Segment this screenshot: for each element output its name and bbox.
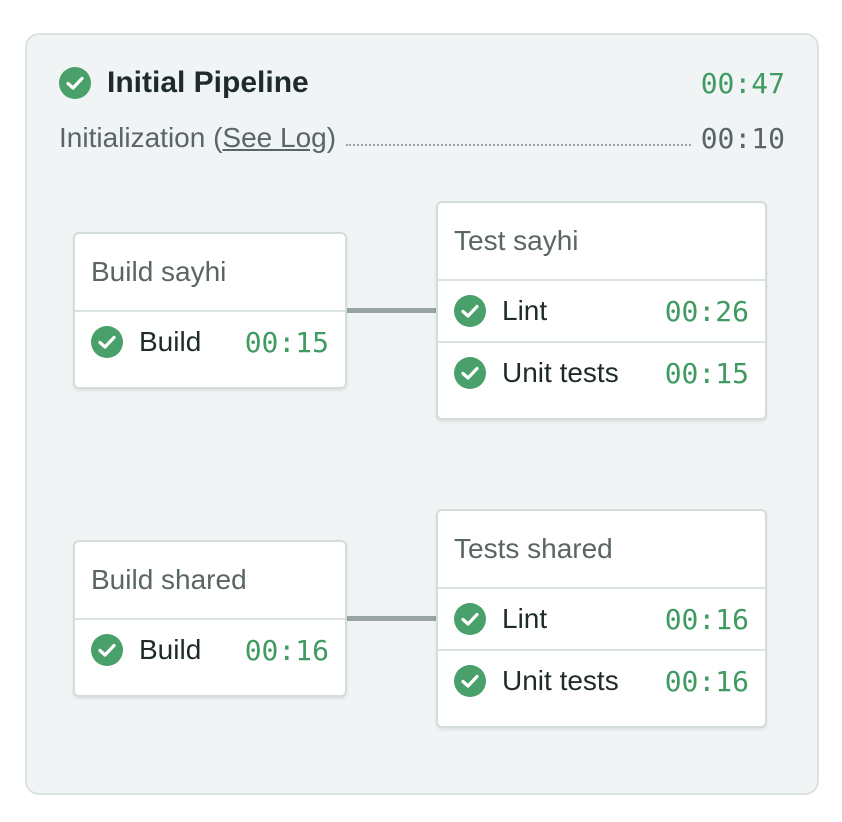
pipeline-total-time: 00:47 xyxy=(700,66,785,100)
job-time: 00:26 xyxy=(664,294,749,328)
check-circle-icon xyxy=(454,357,486,389)
check-circle-icon xyxy=(454,665,486,697)
job-name: Unit tests xyxy=(502,357,619,388)
job-time: 00:16 xyxy=(244,633,329,667)
block-card: Tests shared Lint 00:16 Unit tests 00:16 xyxy=(436,509,767,728)
block-title: Build sayhi xyxy=(75,234,345,312)
job-row[interactable]: Lint 00:16 xyxy=(438,589,765,651)
dotted-leader xyxy=(346,144,691,146)
job-time: 00:15 xyxy=(664,356,749,390)
block-title: Test sayhi xyxy=(438,203,765,281)
job-name: Build xyxy=(139,326,202,357)
job-name: Lint xyxy=(502,295,548,326)
check-circle-icon xyxy=(59,67,91,99)
job-name: Build xyxy=(139,634,202,665)
pipeline-header: Initial Pipeline 00:47 xyxy=(59,65,785,101)
block-title: Build shared xyxy=(75,542,345,620)
check-circle-icon xyxy=(91,326,123,358)
connector-line xyxy=(345,616,439,621)
check-circle-icon xyxy=(454,603,486,635)
pipeline-title: Initial Pipeline xyxy=(107,66,309,99)
see-log-link[interactable]: See Log xyxy=(222,122,326,153)
check-circle-icon xyxy=(454,295,486,327)
job-row[interactable]: Unit tests 00:15 xyxy=(438,343,765,403)
block-title: Tests shared xyxy=(438,511,765,589)
job-time: 00:15 xyxy=(244,325,329,359)
job-time: 00:16 xyxy=(664,602,749,636)
job-row[interactable]: Unit tests 00:16 xyxy=(438,651,765,711)
block-card: Build shared Build 00:16 xyxy=(73,540,347,697)
pipeline-panel: Initial Pipeline 00:47 Initialization (S… xyxy=(25,33,819,795)
connector-line xyxy=(345,308,439,313)
job-name: Unit tests xyxy=(502,665,619,696)
check-circle-icon xyxy=(91,634,123,666)
job-row[interactable]: Build 00:15 xyxy=(75,312,345,372)
initialization-row: Initialization (See Log) 00:10 xyxy=(59,120,785,156)
job-row[interactable]: Build 00:16 xyxy=(75,620,345,680)
job-row[interactable]: Lint 00:26 xyxy=(438,281,765,343)
block-card: Test sayhi Lint 00:26 Unit tests 00:15 xyxy=(436,201,767,420)
initialization-label: Initialization (See Log) xyxy=(59,122,337,153)
job-name: Lint xyxy=(502,603,548,634)
block-card: Build sayhi Build 00:15 xyxy=(73,232,347,389)
job-time: 00:16 xyxy=(664,664,749,698)
initialization-time: 00:10 xyxy=(700,121,785,155)
